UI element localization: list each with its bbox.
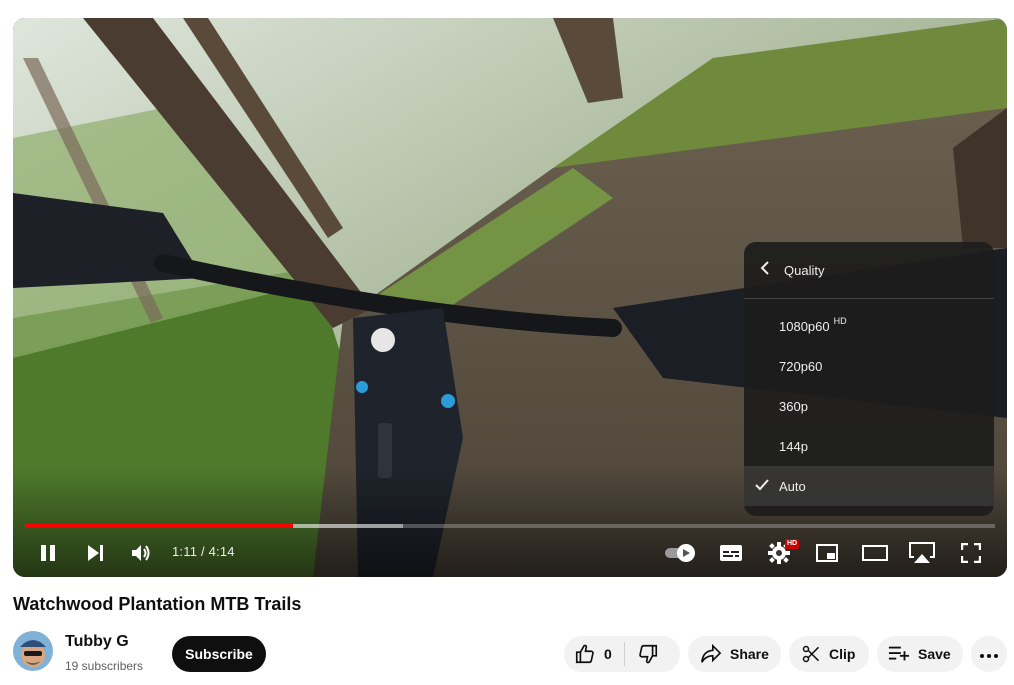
pause-icon (39, 544, 57, 562)
subtitles-button[interactable] (716, 538, 746, 568)
clip-label: Clip (829, 646, 856, 662)
quality-option-label: 144p (779, 438, 808, 454)
channel-avatar[interactable] (13, 631, 53, 671)
like-button[interactable]: 0 (564, 636, 624, 672)
fullscreen-icon (961, 543, 981, 563)
clip-button[interactable]: Clip (789, 636, 869, 672)
share-icon (700, 644, 722, 664)
save-label: Save (918, 646, 951, 662)
quality-option-360p[interactable]: 360p (744, 386, 994, 426)
volume-button[interactable] (126, 538, 156, 568)
dislike-button[interactable] (625, 636, 673, 672)
fullscreen-button[interactable] (956, 538, 986, 568)
share-button[interactable]: Share (688, 636, 781, 672)
thumbs-up-icon (574, 643, 596, 665)
miniplayer-button[interactable] (812, 538, 842, 568)
thumbs-down-icon (637, 643, 659, 665)
chevron-left-icon (760, 260, 770, 280)
checkmark-icon (755, 479, 769, 494)
video-title: Watchwood Plantation MTB Trails (13, 594, 302, 614)
quality-option-label: 1080p60 (779, 318, 830, 334)
time-total: 4:14 (208, 544, 235, 559)
airplay-button[interactable] (906, 538, 938, 568)
save-button[interactable]: Save (877, 636, 963, 672)
quality-option-auto[interactable]: Auto (744, 466, 994, 506)
like-count: 0 (604, 646, 612, 662)
quality-option-label: 360p (779, 398, 808, 414)
subtitles-icon (720, 545, 742, 561)
subscribe-button[interactable]: Subscribe (172, 636, 266, 672)
time-current: 1:11 (172, 544, 198, 559)
time-separator: / (197, 544, 209, 559)
next-icon (86, 544, 104, 562)
quality-option-144p[interactable]: 144p (744, 426, 994, 466)
miniplayer-icon (816, 544, 838, 562)
video-player[interactable]: Quality 1080p60 HD 720p60 360p 144p Auto (13, 18, 1007, 577)
quality-option-label: Auto (779, 478, 806, 494)
progress-played (25, 524, 293, 528)
quality-hd-badge: HD (833, 316, 847, 326)
pause-button[interactable] (33, 538, 63, 568)
quality-option-1080p60[interactable]: 1080p60 HD (744, 306, 994, 346)
subscriber-count: 19 subscribers (65, 659, 144, 673)
scissors-icon (801, 644, 821, 664)
like-dislike-group: 0 (564, 636, 680, 672)
more-actions-button[interactable] (971, 636, 1007, 672)
autoplay-toggle[interactable] (663, 538, 699, 568)
time-display: 1:11 / 4:14 (172, 544, 235, 559)
airplay-icon (908, 542, 936, 564)
progress-bar[interactable] (25, 524, 995, 528)
more-horizontal-icon (980, 645, 998, 663)
channel-name[interactable]: Tubby G (65, 633, 129, 651)
quality-menu-title: Quality (784, 262, 825, 278)
playlist-add-icon (888, 645, 910, 663)
hd-badge: HD (785, 539, 800, 549)
share-label: Share (730, 646, 769, 662)
quality-menu-back[interactable]: Quality (744, 242, 994, 299)
volume-icon (131, 544, 151, 562)
quality-menu: Quality 1080p60 HD 720p60 360p 144p Auto (744, 242, 994, 516)
theater-mode-button[interactable] (858, 538, 892, 568)
quality-option-label: 720p60 (779, 358, 823, 374)
theater-mode-icon (862, 545, 888, 561)
next-button[interactable] (80, 538, 110, 568)
quality-option-720p60[interactable]: 720p60 (744, 346, 994, 386)
